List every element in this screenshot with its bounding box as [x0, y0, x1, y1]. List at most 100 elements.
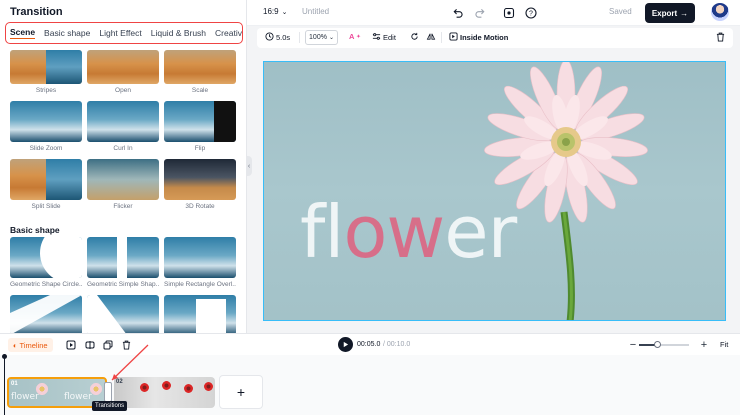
inside-motion-label: Inside Motion: [460, 33, 509, 42]
clip-2[interactable]: 02: [114, 377, 215, 408]
panel-title: Transition: [10, 6, 63, 18]
zoom-value: 100%: [309, 34, 327, 41]
fit-button[interactable]: Fit: [720, 340, 728, 349]
duration-button[interactable]: 5.0s: [265, 32, 290, 43]
transition-thumbnail: [10, 237, 82, 278]
transition-shape-5[interactable]: [87, 295, 159, 333]
total-time: / 00:10.0: [383, 341, 411, 348]
timeline-header: ◐ Timeline 00:05.0 / 00:10.0 − + Fit: [0, 333, 740, 355]
undo-icon[interactable]: [450, 6, 464, 20]
timeline-zoom-slider[interactable]: [639, 341, 689, 348]
tab-light-effect[interactable]: Light Effect: [99, 28, 141, 38]
transition-thumbnail: [87, 101, 159, 142]
split-icon[interactable]: [83, 338, 97, 352]
tab-creative[interactable]: Creative: [215, 28, 242, 38]
transition-curl-in[interactable]: Curl In: [87, 101, 159, 152]
transition-label: 3D Rotate: [185, 203, 215, 210]
transition-thumbnail: [164, 295, 236, 333]
tab-liquid-brush[interactable]: Liquid & Brush: [151, 28, 206, 38]
transition-flip[interactable]: Flip: [164, 101, 236, 152]
transition-open[interactable]: Open: [87, 50, 159, 94]
timeline-button[interactable]: ◐ Timeline: [8, 338, 53, 352]
tab-basic-shape[interactable]: Basic shape: [44, 28, 90, 38]
play-button[interactable]: [338, 337, 353, 352]
clip-thumbnail-flower: [140, 383, 149, 392]
transition-label: Split Slide: [31, 203, 61, 210]
transition-thumbnail: [164, 50, 236, 84]
avatar[interactable]: [711, 3, 729, 21]
timeline-track: flower flower 01 02 Transitions +: [0, 354, 740, 415]
transition-label: Geometric Simple Shap...: [87, 281, 159, 288]
feedback-icon[interactable]: [502, 6, 516, 20]
transition-flicker[interactable]: Flicker: [87, 159, 159, 210]
collapse-panel-handle[interactable]: ‹: [246, 156, 252, 176]
ai-text-icon[interactable]: A ✦: [349, 32, 361, 41]
transition-thumbnail: [87, 159, 159, 200]
transition-label: Simple Rectangle Overl...: [164, 281, 236, 288]
help-icon[interactable]: ?: [524, 6, 538, 20]
transition-label: Open: [115, 87, 131, 94]
transition-shape-4[interactable]: [10, 295, 82, 333]
trash-icon[interactable]: [716, 32, 725, 42]
duplicate-icon[interactable]: [101, 338, 115, 352]
transition-scale[interactable]: Scale: [164, 50, 236, 94]
flip-icon[interactable]: [426, 32, 436, 41]
export-button[interactable]: Export →: [645, 3, 695, 23]
clip-thumbnail-flower: [162, 381, 171, 390]
canvas-toolbar: 5.0s 100% ⌄ A ✦ Edit Inside Motion: [257, 28, 733, 48]
transition-geometric-circle[interactable]: Geometric Shape Circle...: [10, 237, 82, 288]
transition-stripes[interactable]: Stripes: [10, 50, 82, 94]
transition-thumbnail: [164, 101, 236, 142]
transition-thumbnail: [10, 159, 82, 200]
transition-3d-rotate[interactable]: 3D Rotate: [164, 159, 236, 210]
document-title[interactable]: Untitled: [302, 7, 329, 16]
zoom-select[interactable]: 100% ⌄: [305, 30, 338, 45]
transition-shape-6[interactable]: [164, 295, 236, 333]
svg-text:?: ?: [529, 11, 533, 18]
clip-thumbnail-text: flower: [64, 392, 92, 402]
transition-thumbnail: [87, 237, 159, 278]
zoom-in-icon[interactable]: +: [697, 338, 711, 352]
add-media-icon[interactable]: [64, 338, 78, 352]
transitions-tooltip: Transitions: [92, 401, 128, 411]
transition-label: Flicker: [113, 203, 133, 210]
add-clip-button[interactable]: +: [219, 375, 263, 409]
tab-scene[interactable]: Scene: [10, 27, 36, 39]
transition-label: Stripes: [35, 87, 57, 94]
transition-thumbnail: [164, 159, 236, 200]
basic-shape-heading: Basic shape: [10, 225, 60, 235]
timeline-label: Timeline: [19, 340, 48, 350]
aspect-ratio-select[interactable]: 16:9 ⌄: [263, 7, 287, 16]
chevron-down-icon: ⌄: [328, 35, 334, 41]
transition-simple-rectangle[interactable]: Simple Rectangle Overl...: [164, 237, 236, 288]
flower-text[interactable]: flower: [300, 190, 517, 274]
redo-icon[interactable]: [473, 6, 487, 20]
playhead[interactable]: [2, 354, 7, 415]
video-canvas[interactable]: flower: [263, 61, 726, 321]
divider: [441, 32, 442, 43]
text-er: er: [444, 190, 517, 274]
transition-label: Scale: [191, 87, 209, 94]
edit-button[interactable]: Edit: [372, 32, 396, 43]
text-ow: ow: [343, 190, 445, 274]
delete-clip-icon[interactable]: [119, 338, 133, 352]
transition-geometric-simple[interactable]: Geometric Simple Shap...: [87, 237, 159, 288]
transition-thumbnail: [87, 295, 159, 333]
inside-motion-button[interactable]: Inside Motion: [449, 32, 508, 43]
rotate-icon[interactable]: [410, 32, 419, 41]
edit-label: Edit: [383, 33, 396, 42]
transition-slide-zoom[interactable]: Slide Zoom: [10, 101, 82, 152]
save-status: Saved: [609, 7, 632, 16]
divider: [299, 32, 300, 43]
zoom-slider-knob[interactable]: [653, 341, 661, 348]
transition-tabs: Scene Basic shape Light Effect Liquid & …: [5, 22, 243, 44]
clip-thumbnail-flower: [184, 384, 193, 393]
zoom-out-icon[interactable]: −: [626, 338, 640, 352]
transition-split-slide[interactable]: Split Slide: [10, 159, 82, 210]
duration-value: 5.0s: [276, 33, 291, 42]
transition-slot[interactable]: [104, 382, 112, 402]
top-bar: 16:9 ⌄ Untitled ? Saved Export →: [247, 0, 740, 26]
clip-thumbnail-flower: [204, 382, 213, 391]
transition-thumbnail: [164, 237, 236, 278]
clip-number: 01: [11, 381, 18, 387]
